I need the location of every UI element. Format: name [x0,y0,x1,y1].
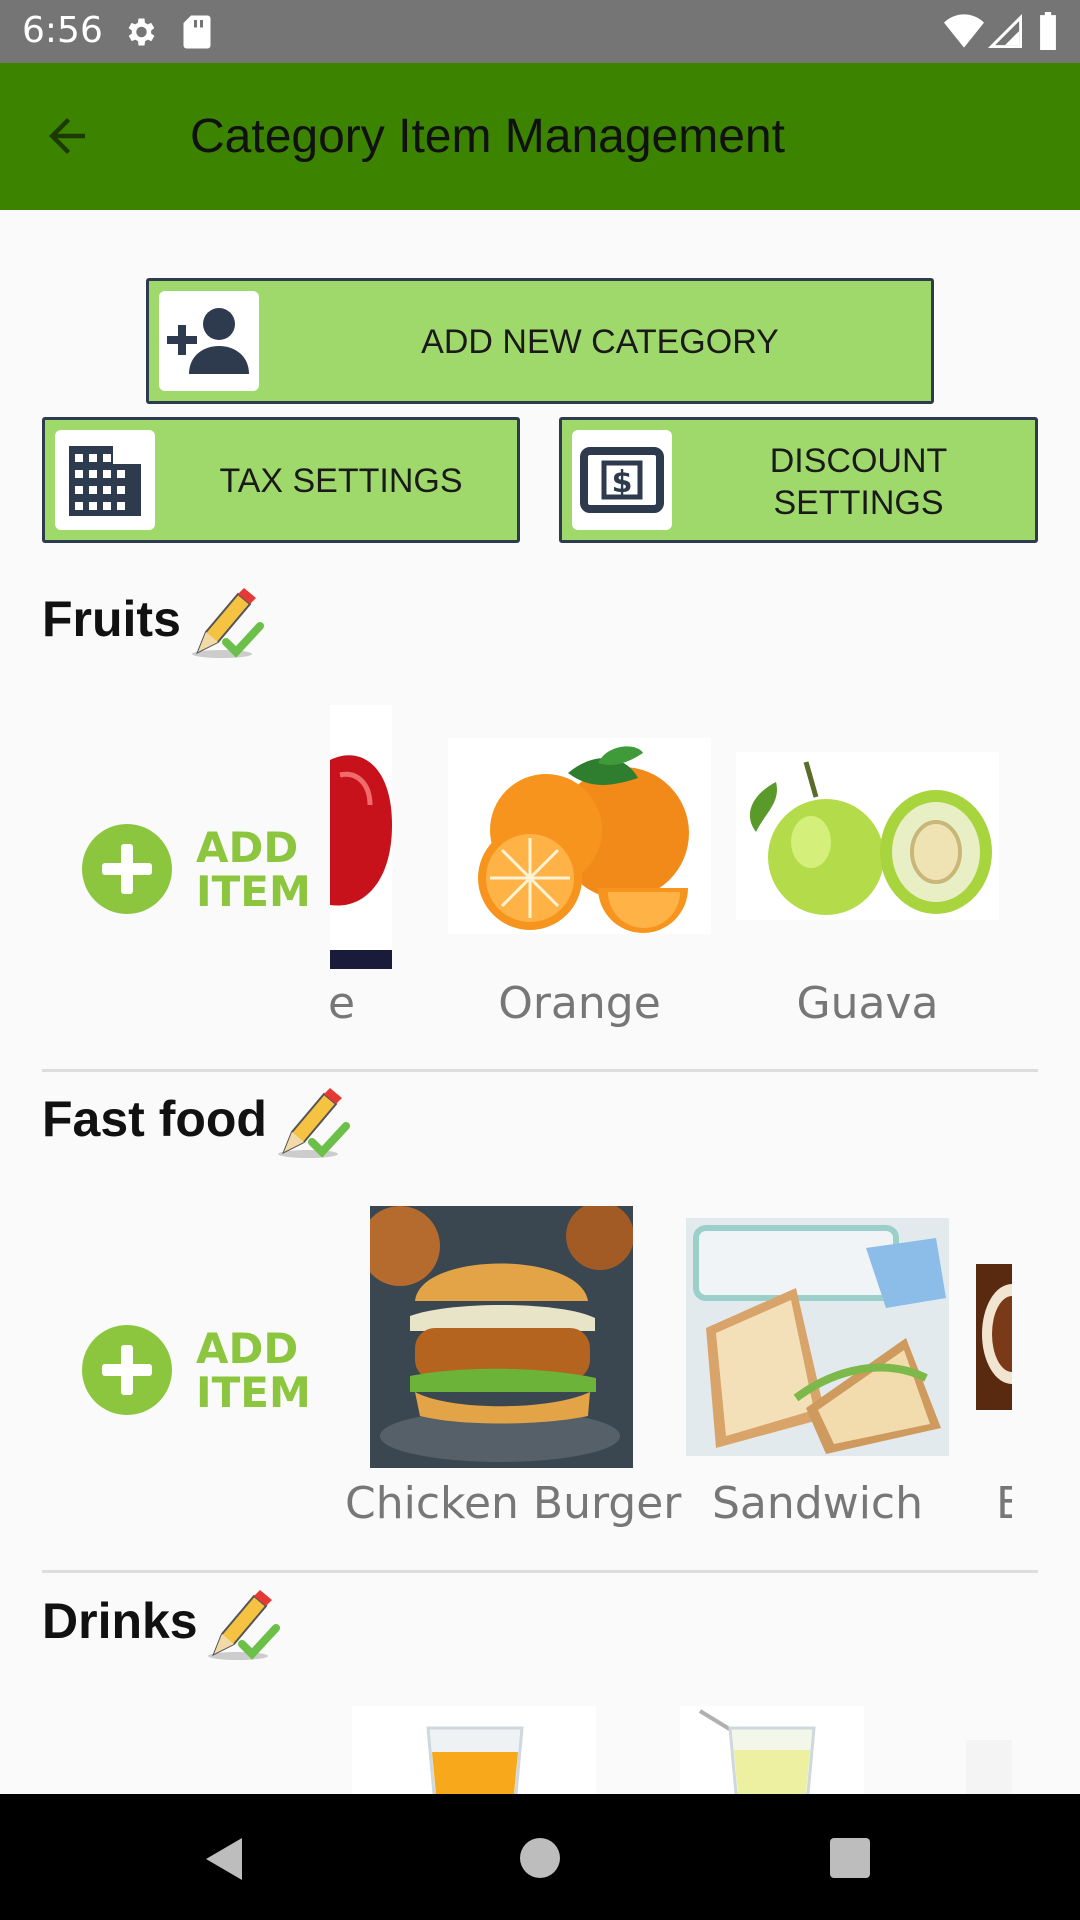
item-caption: E [996,1478,1012,1529]
item-image-partial-drink[interactable] [966,1740,1012,1794]
sd-card-icon [183,15,211,49]
item-image-apple[interactable] [330,705,392,969]
add-item-label-line2: ITEM [196,867,311,916]
add-category-label: ADD NEW CATEGORY [421,323,779,361]
add-item-label: ADD ITEM [196,1327,316,1415]
discount-settings-label-line2: SETTINGS [773,484,944,522]
wifi-icon [944,14,984,48]
dollar-bill-icon: $ [572,430,672,530]
add-new-category-button[interactable]: ADD NEW CATEGORY [146,278,934,404]
add-item-button-fast-food[interactable]: ADD ITEM [82,1325,311,1415]
plus-circle-icon [82,1325,172,1415]
status-bar: 6:56 [0,0,1080,63]
settings-gear-icon [128,18,155,46]
tax-settings-label: TAX SETTINGS [219,462,463,500]
item-image-sandwich[interactable] [686,1218,949,1456]
add-item-label: ADD ITEM [196,826,316,914]
app-bar: Category Item Management [0,63,1080,210]
item-caption: Sandwich [712,1478,923,1529]
nav-back-icon[interactable] [204,1836,244,1882]
discount-settings-label-line1: DISCOUNT [769,442,948,480]
svg-text:$: $ [612,465,633,500]
edit-pencil-icon[interactable] [184,582,264,662]
battery-icon [1040,12,1056,50]
item-image-partial[interactable] [976,1264,1012,1410]
category-title-fruits: Fruits [42,591,181,647]
add-person-icon [159,291,259,391]
nav-recent-apps-icon[interactable] [830,1838,870,1878]
plus-circle-icon [82,824,172,914]
add-item-button-fruits[interactable]: ADD ITEM [82,824,311,914]
divider [42,1069,1038,1072]
item-caption: Orange [498,978,661,1029]
back-arrow-icon[interactable] [40,109,94,163]
discount-settings-label: DISCOUNT SETTINGS [682,440,1035,524]
navigation-bar [0,1794,1080,1920]
discount-settings-button[interactable]: $ DISCOUNT SETTINGS [559,417,1038,543]
item-caption: e [328,978,356,1029]
category-title-fast-food: Fast food [42,1091,267,1147]
divider [42,1570,1038,1573]
tax-settings-button[interactable]: TAX SETTINGS [42,417,520,543]
category-title-drinks: Drinks [42,1593,198,1649]
building-icon [55,430,155,530]
status-time: 6:56 [22,10,103,51]
item-image-lemonade[interactable] [680,1706,864,1794]
add-item-label-line2: ITEM [196,1368,311,1417]
edit-pencil-icon[interactable] [270,1082,350,1162]
item-caption: Guava [796,978,939,1029]
edit-pencil-icon[interactable] [200,1584,280,1664]
item-caption: Chicken Burger [345,1478,682,1529]
item-image-guava[interactable] [736,752,999,920]
item-image-orange[interactable] [448,738,711,934]
item-image-chicken-burger[interactable] [370,1206,633,1468]
add-item-label-line1: ADD [196,823,299,872]
signal-icon [988,14,1022,48]
add-item-label-line1: ADD [196,1324,299,1373]
item-image-orange-juice[interactable] [352,1706,596,1794]
page-title: Category Item Management [190,110,785,163]
nav-home-icon[interactable] [520,1838,560,1878]
